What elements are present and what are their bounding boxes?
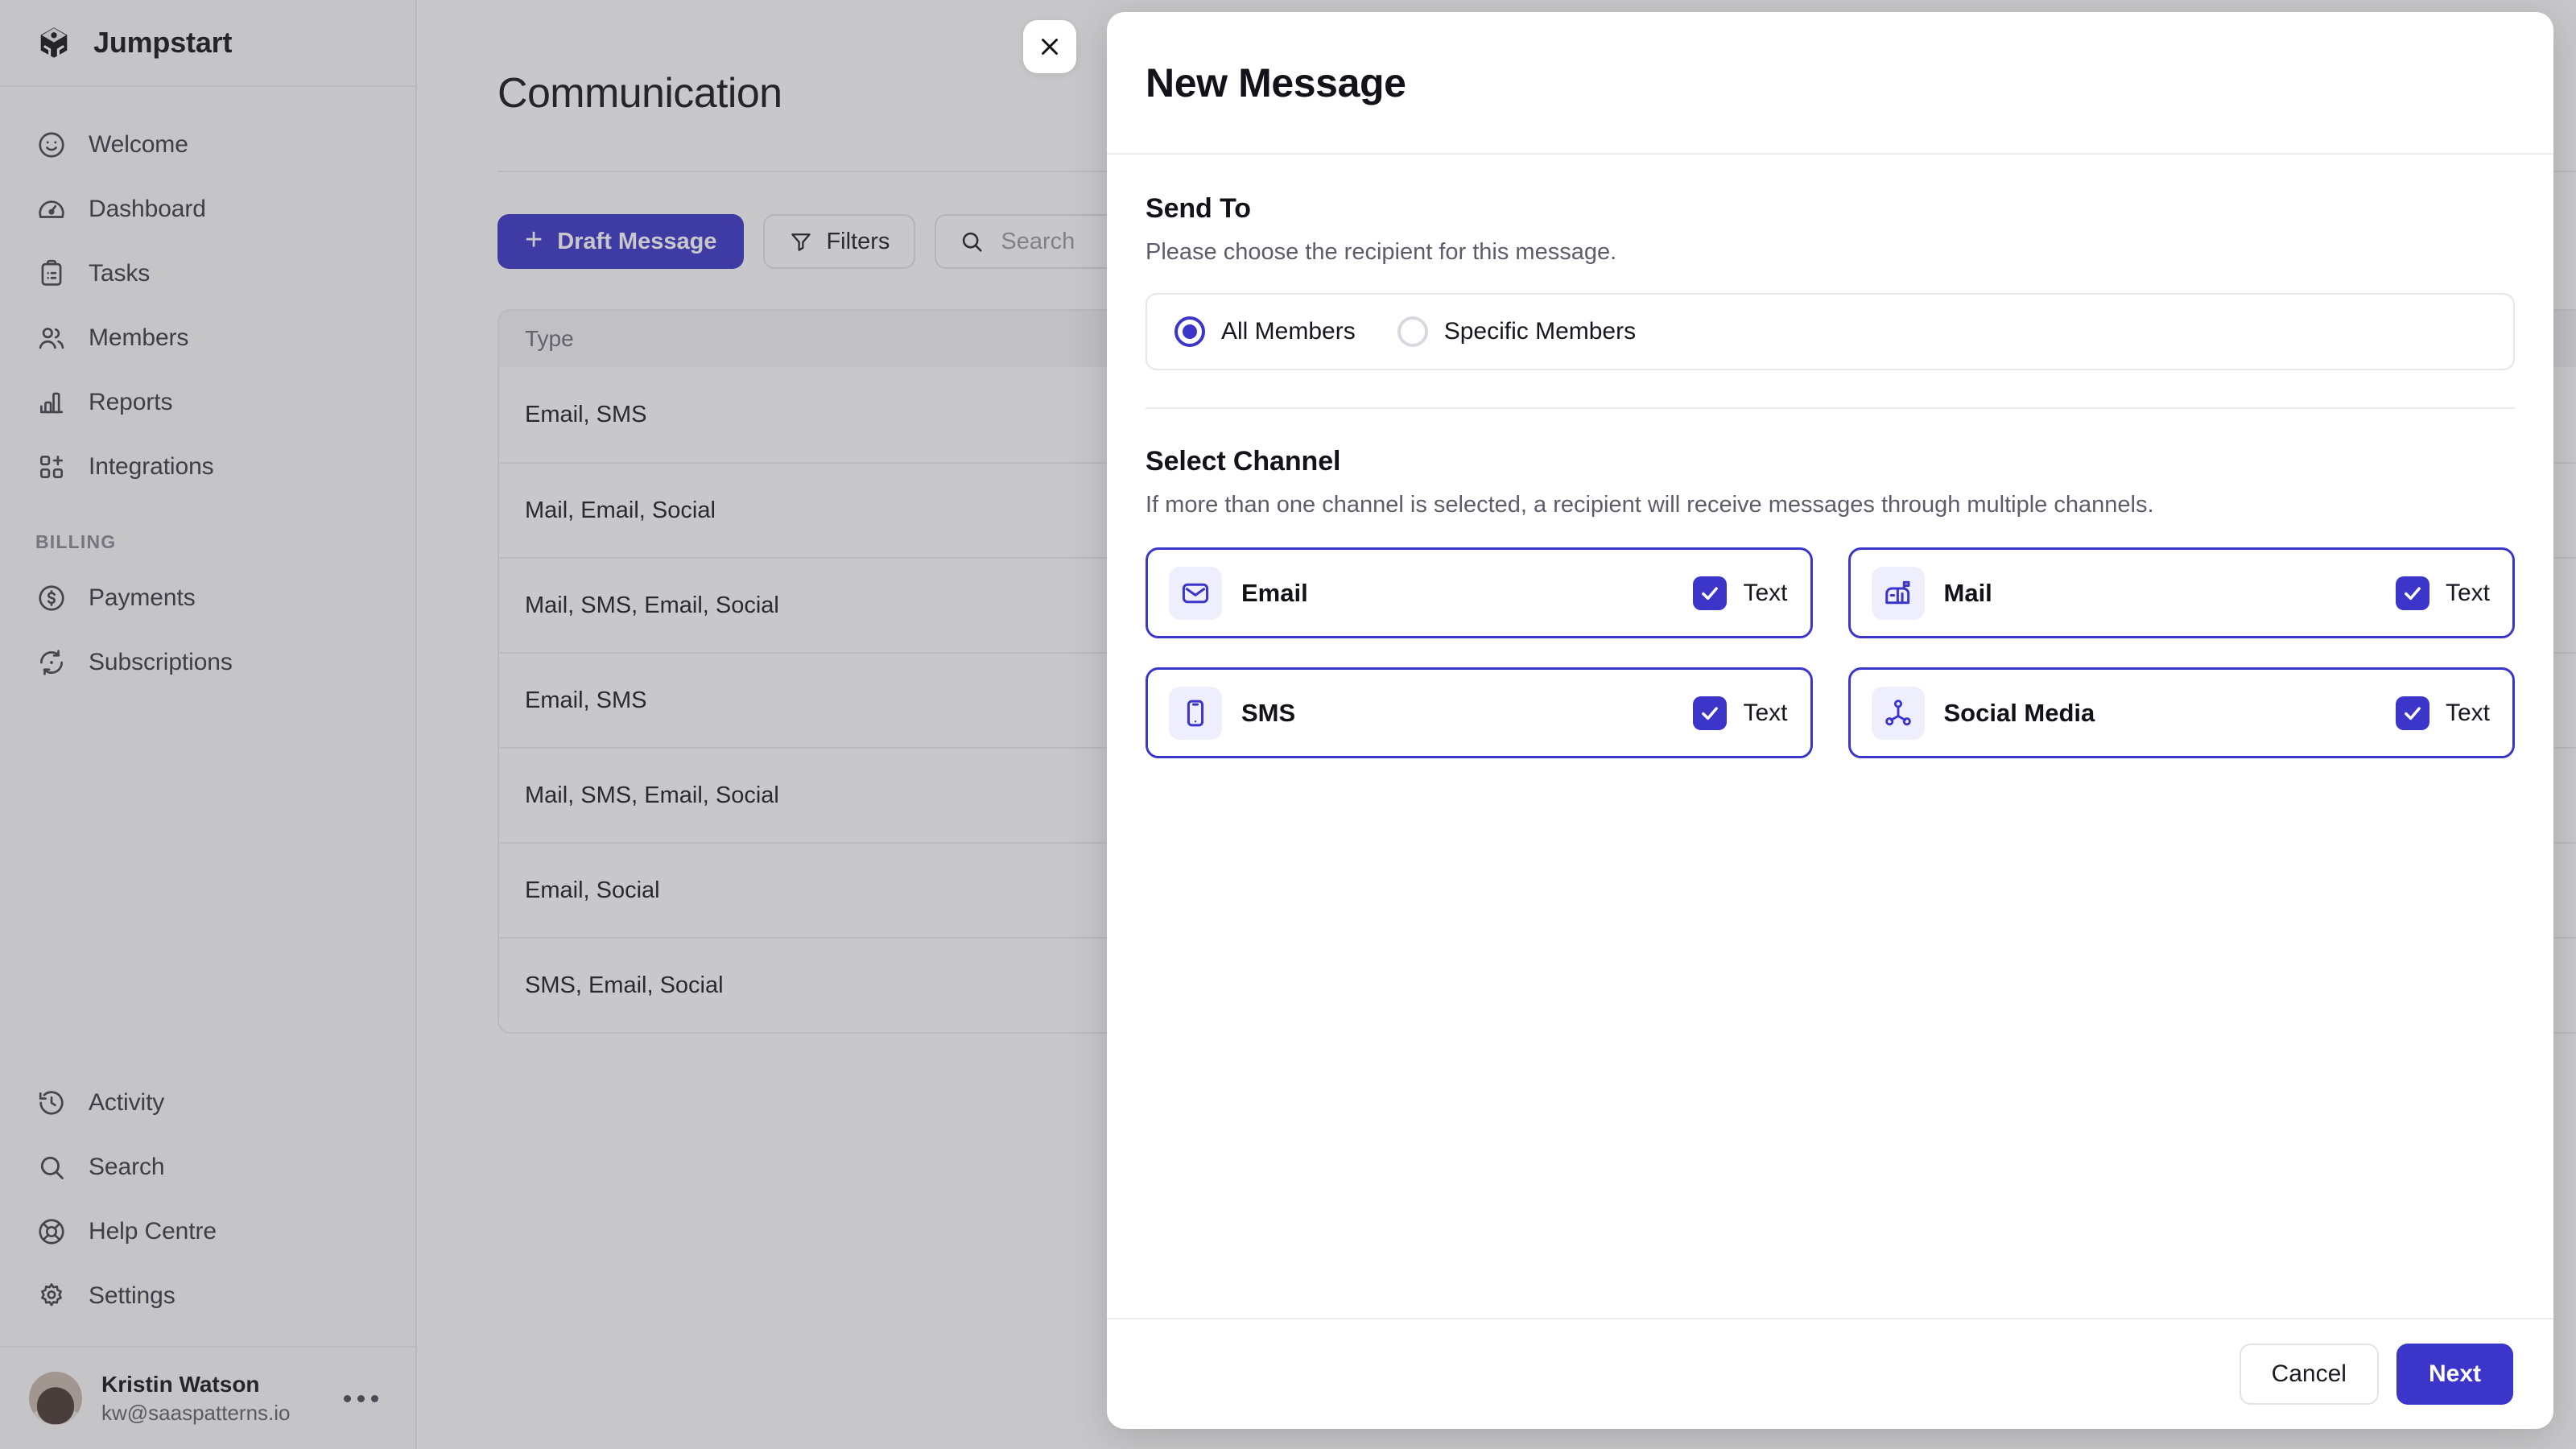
channel-checkbox-sms[interactable] <box>1693 696 1728 730</box>
close-icon <box>1036 33 1063 60</box>
channel-grid: Email Text Mail Text SMS Text Social Med… <box>1146 547 2515 758</box>
channel-checkbox-label: Text <box>2445 579 2490 606</box>
next-button[interactable]: Next <box>2396 1344 2513 1405</box>
channel-name: Email <box>1241 578 1308 607</box>
select-channel-title: Select Channel <box>1146 446 1341 477</box>
channel-checkbox-label: Text <box>1743 579 1788 606</box>
share-network-icon <box>1871 686 1925 740</box>
cancel-button[interactable]: Cancel <box>2239 1344 2379 1405</box>
send-to-title: Send To <box>1146 193 1251 224</box>
new-message-modal: New Message Send To Please choose the re… <box>1107 12 2553 1429</box>
phone-icon <box>1169 686 1222 740</box>
channel-checkbox-label: Text <box>1743 699 1788 726</box>
channel-checkbox-label: Text <box>2445 699 2490 726</box>
section-divider <box>1146 407 2515 409</box>
channel-name: SMS <box>1241 698 1296 727</box>
select-channel-description: If more than one channel is selected, a … <box>1146 492 2154 518</box>
radio-indicator <box>1397 316 1428 347</box>
radio-specific-members[interactable]: Specific Members <box>1397 316 1678 347</box>
radio-label: Specific Members <box>1443 318 1637 345</box>
channel-card-email[interactable]: Email Text <box>1146 547 1813 638</box>
channel-checkbox-mail[interactable] <box>2395 576 2429 610</box>
modal-body: Send To Please choose the recipient for … <box>1107 155 2553 1318</box>
send-to-description: Please choose the recipient for this mes… <box>1146 239 1617 265</box>
channel-name: Mail <box>1943 578 1992 607</box>
radio-all-members[interactable]: All Members <box>1174 316 1397 347</box>
channel-card-mail[interactable]: Mail Text <box>1847 547 2515 638</box>
radio-label: All Members <box>1221 318 1356 345</box>
channel-checkbox-email[interactable] <box>1693 576 1728 610</box>
modal-header: New Message <box>1107 12 2553 155</box>
channel-checkbox-social-media[interactable] <box>2395 696 2429 730</box>
close-modal-button[interactable] <box>1023 20 1076 73</box>
modal-title: New Message <box>1146 60 1406 105</box>
modal-footer: Cancel Next <box>1107 1318 2553 1429</box>
channel-card-sms[interactable]: SMS Text <box>1146 667 1813 758</box>
recipient-radio-group: All Members Specific Members <box>1146 293 2515 370</box>
channel-card-social-media[interactable]: Social Media Text <box>1847 667 2515 758</box>
envelope-icon <box>1169 566 1222 620</box>
channel-name: Social Media <box>1943 698 2095 727</box>
mailbox-icon <box>1871 566 1925 620</box>
radio-indicator <box>1174 316 1205 347</box>
